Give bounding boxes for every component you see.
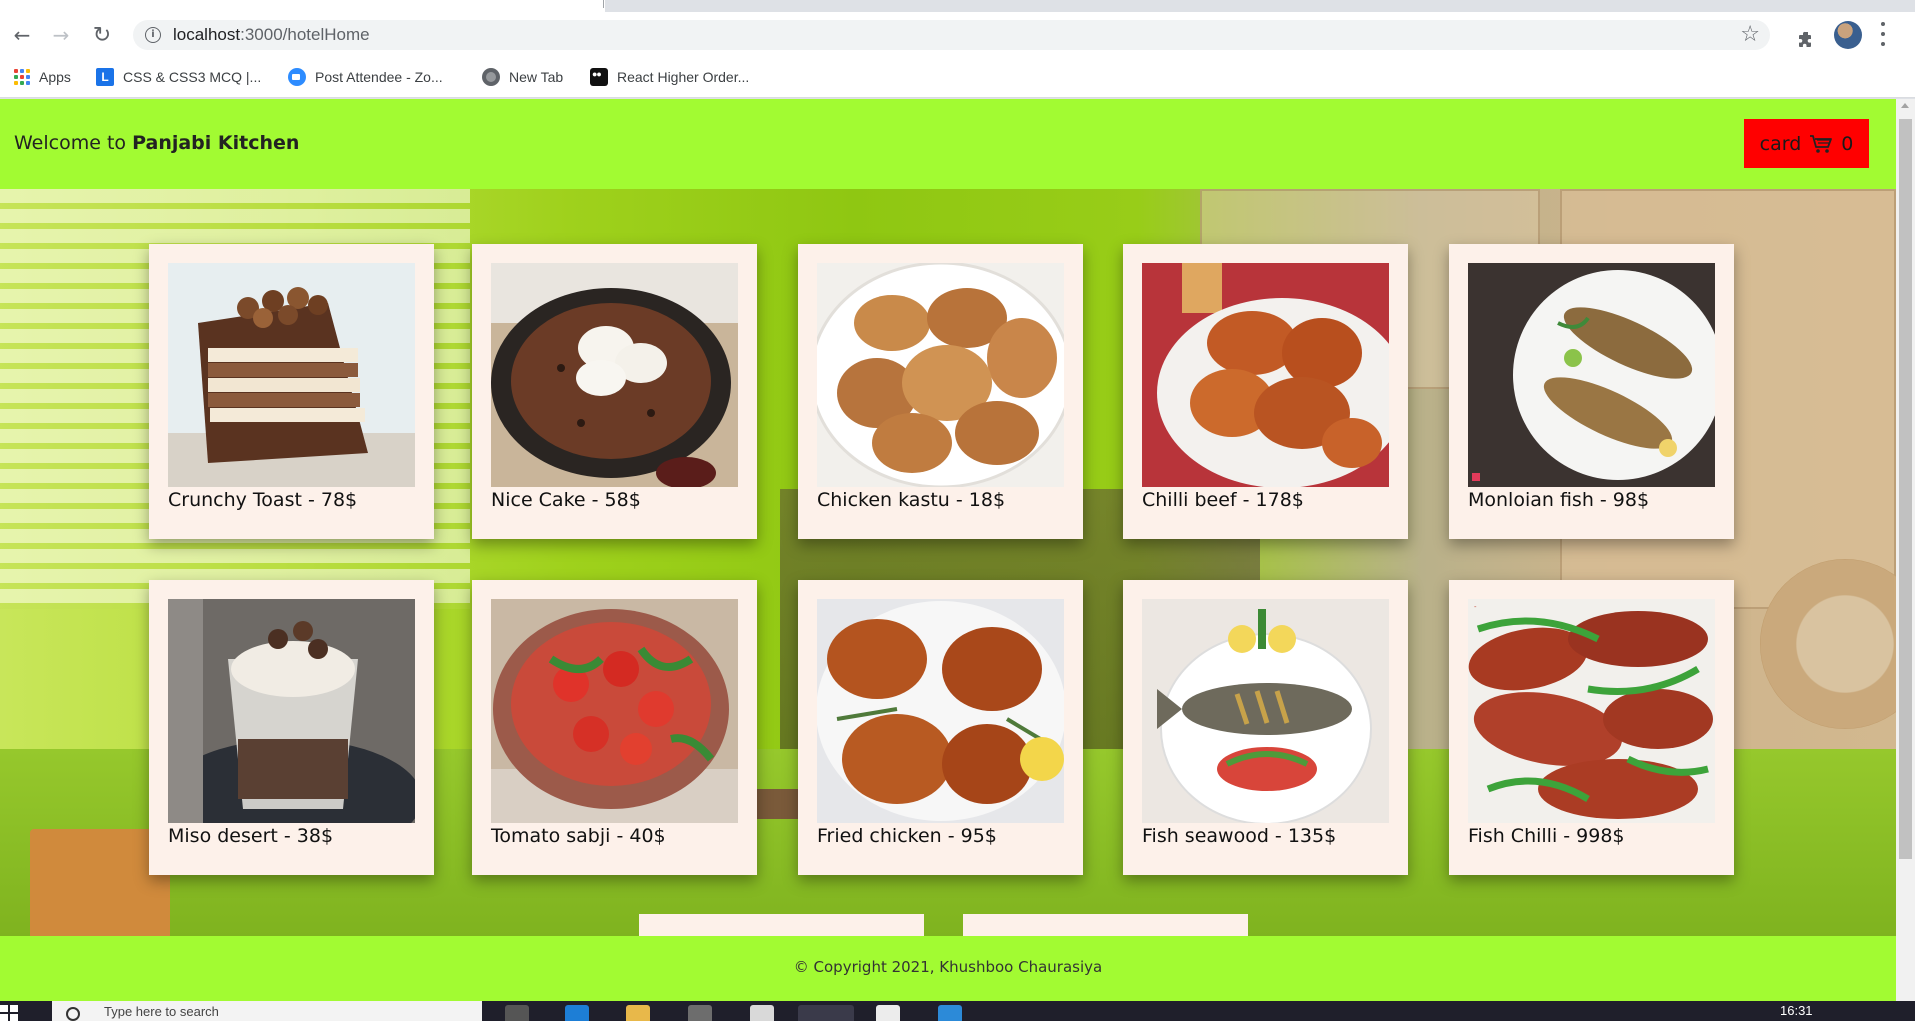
url-host: localhost: [173, 25, 241, 44]
scroll-up-arrow-icon[interactable]: [1901, 103, 1909, 108]
address-bar[interactable]: i localhost:3000/hotelHome ☆: [133, 20, 1770, 50]
reload-icon[interactable]: ↻: [89, 22, 115, 48]
terminal-icon[interactable]: [688, 1005, 712, 1021]
task-view-icon[interactable]: [505, 1005, 529, 1021]
bookmarks-bar: Apps L CSS & CSS3 MCQ |... Post Attendee…: [0, 58, 1915, 98]
bookmark-post-attendee[interactable]: Post Attendee - Zo...: [288, 66, 443, 88]
bookmark-react-hoc[interactable]: React Higher Order...: [590, 66, 749, 88]
active-tab[interactable]: [0, 0, 605, 12]
shopping-cart-icon: [1810, 134, 1833, 153]
apps-grid-icon: [14, 69, 30, 85]
bookmark-label: React Higher Order...: [617, 69, 750, 85]
food-image-fried-chicken-plate: [817, 263, 1064, 487]
cart-count: 0: [1841, 132, 1854, 155]
medium-favicon-icon: [590, 68, 608, 86]
bookmark-css-mcq[interactable]: L CSS & CSS3 MCQ |...: [96, 66, 261, 88]
bookmark-apps[interactable]: Apps: [14, 66, 71, 88]
item-label: Tomato sabji - 40$: [491, 825, 666, 847]
taskbar-clock: 16:31: [1780, 1003, 1813, 1018]
edge-icon[interactable]: [565, 1005, 589, 1021]
menu-card[interactable]: Tomato sabji - 40$: [472, 580, 757, 875]
item-label: Chilli beef - 178$: [1142, 489, 1304, 511]
profile-avatar[interactable]: [1834, 21, 1862, 49]
menu-card[interactable]: Fish seawood - 135$: [1123, 580, 1408, 875]
site-info-icon[interactable]: i: [145, 27, 161, 43]
browser-toolbar: ← → ↻ i localhost:3000/hotelHome ☆: [0, 12, 1915, 58]
menu-card[interactable]: Chilli beef - 178$: [1123, 244, 1408, 539]
food-image-dessert-cups: [168, 599, 415, 823]
bookmark-label: Post Attendee - Zo...: [315, 69, 443, 85]
item-label: Fish seawood - 135$: [1142, 825, 1337, 847]
vertical-scrollbar[interactable]: [1896, 99, 1915, 1001]
copyright-text: © Copyright 2021, Khushboo Chaurasiya: [793, 958, 1103, 976]
bookmark-new-tab[interactable]: New Tab: [482, 66, 563, 88]
food-image-layered-chocolate-cake: [168, 263, 415, 487]
menu-card[interactable]: Monloian fish - 98$: [1449, 244, 1734, 539]
tab-strip: [0, 0, 1915, 12]
file-explorer-icon[interactable]: [626, 1005, 650, 1021]
menu-card[interactable]: Chicken kastu - 18$: [798, 244, 1083, 539]
site-header: Welcome to Panjabi Kitchen card 0: [0, 99, 1896, 189]
vscode-icon[interactable]: [938, 1005, 962, 1021]
l-favicon-icon: L: [96, 68, 114, 86]
back-arrow-icon[interactable]: ←: [9, 22, 35, 48]
brand-name: Panjabi Kitchen: [132, 132, 300, 154]
cart-label: card: [1759, 132, 1802, 155]
food-image-grilled-fish-plate: [1468, 263, 1715, 487]
menu-card[interactable]: - Fish Chilli - 998$: [1449, 580, 1734, 875]
food-image-fried-chicken-lemon: [817, 599, 1064, 823]
item-label: Fish Chilli - 998$: [1468, 825, 1625, 847]
bookmark-label: CSS & CSS3 MCQ |...: [123, 69, 262, 85]
search-icon: [66, 1007, 80, 1021]
page-viewport: Welcome to Panjabi Kitchen card 0 Crunch…: [0, 99, 1896, 1001]
bookmark-label: Apps: [39, 69, 71, 85]
item-label: Fried chicken - 95$: [817, 825, 997, 847]
browser-menu-icon[interactable]: [1880, 22, 1886, 46]
globe-icon: [482, 68, 500, 86]
url-text[interactable]: localhost:3000/hotelHome: [173, 25, 370, 45]
food-image-red-fish-fry-chillies: -: [1468, 599, 1715, 823]
forward-arrow-icon[interactable]: →: [48, 22, 74, 48]
store-icon[interactable]: [750, 1005, 774, 1021]
menu-card[interactable]: Fried chicken - 95$: [798, 580, 1083, 875]
zoom-favicon-icon: [288, 68, 306, 86]
extensions-puzzle-icon[interactable]: [1797, 30, 1817, 50]
windows-start-icon[interactable]: [0, 1005, 18, 1021]
site-footer: © Copyright 2021, Khushboo Chaurasiya: [0, 936, 1896, 1001]
menu-card[interactable]: Nice Cake - 58$: [472, 244, 757, 539]
tab-separator: [603, 0, 604, 8]
site-title: Welcome to Panjabi Kitchen: [14, 132, 299, 154]
menu-card[interactable]: Crunchy Toast - 78$: [149, 244, 434, 539]
food-image-tomato-salad-bowl: [491, 599, 738, 823]
food-image-fish-seafood-plate: [1142, 599, 1389, 823]
taskbar-search-placeholder: Type here to search: [104, 1004, 219, 1019]
menu-card[interactable]: Miso desert - 38$: [149, 580, 434, 875]
notepad-icon[interactable]: [876, 1005, 900, 1021]
scrollbar-thumb[interactable]: [1899, 119, 1912, 859]
bookmark-star-icon[interactable]: ☆: [1740, 22, 1760, 47]
item-label: Miso desert - 38$: [168, 825, 334, 847]
os-taskbar: Type here to search 16:31: [0, 1001, 1915, 1021]
food-image-fried-pieces-plate: [1142, 263, 1389, 487]
bookmark-label: New Tab: [509, 69, 564, 85]
item-label: Chicken kastu - 18$: [817, 489, 1006, 511]
item-label: Monloian fish - 98$: [1468, 489, 1650, 511]
item-label: Nice Cake - 58$: [491, 489, 641, 511]
chrome-taskbar-button[interactable]: [798, 1005, 854, 1021]
url-path: :3000/hotelHome: [240, 25, 370, 44]
cart-button[interactable]: card 0: [1744, 119, 1869, 168]
item-label: Crunchy Toast - 78$: [168, 489, 358, 511]
taskbar-search-box[interactable]: Type here to search: [52, 1001, 482, 1021]
food-image-skillet-cookie: [491, 263, 738, 487]
welcome-text: Welcome to: [14, 132, 133, 154]
